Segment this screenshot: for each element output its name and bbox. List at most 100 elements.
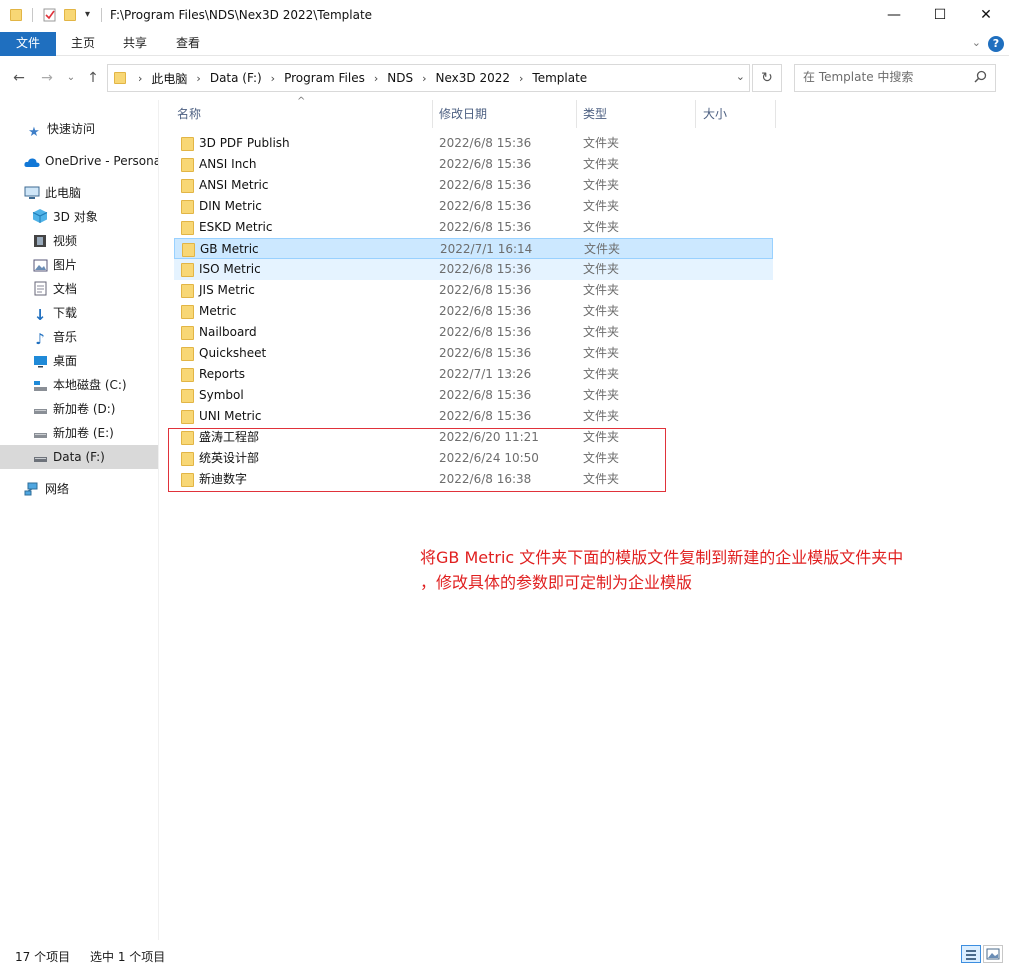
maximize-button[interactable]: ☐: [917, 0, 963, 31]
file-modified-date: 2022/6/8 15:36: [439, 283, 532, 297]
search-box[interactable]: [794, 64, 996, 92]
breadcrumb-separator[interactable]: ›: [265, 72, 281, 85]
sidebar-item-quick-access[interactable]: ★ 快速访问: [0, 117, 158, 141]
file-name: 3D PDF Publish: [199, 136, 290, 150]
breadcrumb-separator[interactable]: ›: [513, 72, 529, 85]
file-type: 文件夹: [583, 199, 620, 213]
tab-share[interactable]: 共享: [109, 32, 161, 56]
folder-icon: [181, 158, 194, 172]
network-icon: [24, 482, 40, 498]
breadcrumb-template[interactable]: Template: [529, 71, 590, 85]
customize-toolbar-icon[interactable]: ▾: [85, 7, 101, 23]
column-header-size[interactable]: 大小: [697, 100, 775, 128]
file-type: 文件夹: [583, 367, 620, 381]
file-row[interactable]: ISO Metric 2022/6/8 15:36 文件夹: [174, 259, 773, 280]
pictures-icon: [32, 259, 48, 275]
file-row[interactable]: Metric 2022/6/8 15:36 文件夹: [174, 301, 773, 322]
sidebar-item-videos[interactable]: 视频: [0, 229, 158, 253]
desktop-icon: [32, 355, 48, 371]
file-type: 文件夹: [583, 388, 620, 402]
file-row[interactable]: DIN Metric 2022/6/8 15:36 文件夹: [174, 196, 773, 217]
column-divider[interactable]: [695, 100, 696, 128]
close-button[interactable]: ✕: [963, 0, 1009, 31]
sidebar-item-documents[interactable]: 文档: [0, 277, 158, 301]
breadcrumb-separator[interactable]: ›: [190, 72, 206, 85]
file-type: 文件夹: [584, 242, 621, 256]
computer-icon: [24, 186, 40, 202]
column-header-type[interactable]: 类型: [577, 100, 695, 128]
sidebar-item-3d-objects[interactable]: 3D 对象: [0, 205, 158, 229]
file-name: ANSI Metric: [199, 178, 269, 192]
tab-view[interactable]: 查看: [162, 32, 214, 56]
sidebar-item-music[interactable]: ♪ 音乐: [0, 325, 158, 349]
sidebar-item-drive-c[interactable]: 本地磁盘 (C:): [0, 373, 158, 397]
sidebar-item-drive-e[interactable]: 新加卷 (E:): [0, 421, 158, 445]
sidebar-item-label: 音乐: [53, 330, 78, 344]
sidebar-item-this-pc[interactable]: 此电脑: [0, 181, 158, 205]
up-button[interactable]: ↑: [84, 68, 102, 88]
folder-icon: [182, 243, 195, 257]
sidebar-item-network[interactable]: 网络: [0, 477, 158, 501]
sidebar-item-drive-f[interactable]: Data (F:): [0, 445, 158, 469]
file-row[interactable]: ANSI Inch 2022/6/8 15:36 文件夹: [174, 154, 773, 175]
file-row[interactable]: 3D PDF Publish 2022/6/8 15:36 文件夹: [174, 133, 773, 154]
minimize-button[interactable]: —: [871, 0, 917, 31]
cloud-icon: [24, 156, 40, 172]
column-divider[interactable]: [775, 100, 776, 128]
file-row[interactable]: ESKD Metric 2022/6/8 15:36 文件夹: [174, 217, 773, 238]
file-row[interactable]: JIS Metric 2022/6/8 15:36 文件夹: [174, 280, 773, 301]
folder-icon: [114, 72, 126, 84]
sidebar-item-drive-d[interactable]: 新加卷 (D:): [0, 397, 158, 421]
file-name: UNI Metric: [199, 409, 262, 423]
file-type: 文件夹: [583, 262, 620, 276]
tab-home[interactable]: 主页: [57, 32, 109, 56]
divider: [32, 8, 33, 22]
file-row[interactable]: Nailboard 2022/6/8 15:36 文件夹: [174, 322, 773, 343]
breadcrumb-separator[interactable]: ›: [368, 72, 384, 85]
sidebar-item-label: Data (F:): [53, 450, 105, 464]
file-modified-date: 2022/6/8 15:36: [439, 220, 532, 234]
details-view-button[interactable]: [961, 945, 981, 963]
file-row[interactable]: Reports 2022/7/1 13:26 文件夹: [174, 364, 773, 385]
recent-locations-button[interactable]: ⌄: [64, 68, 78, 88]
sidebar-item-pictures[interactable]: 图片: [0, 253, 158, 277]
sidebar-item-label: 3D 对象: [53, 210, 98, 224]
breadcrumb-separator[interactable]: ›: [416, 72, 432, 85]
address-bar[interactable]: › 此电脑 › Data (F:) › Program Files › NDS …: [107, 64, 750, 92]
file-modified-date: 2022/6/8 15:36: [439, 325, 532, 339]
file-row[interactable]: Quicksheet 2022/6/8 15:36 文件夹: [174, 343, 773, 364]
column-header-name[interactable]: 名称: [171, 100, 432, 128]
back-button[interactable]: ←: [10, 68, 28, 88]
breadcrumb-data-drive[interactable]: Data (F:): [207, 71, 265, 85]
sidebar-item-label: 此电脑: [45, 186, 82, 200]
refresh-button[interactable]: ↻: [752, 64, 782, 92]
breadcrumb-separator[interactable]: ›: [132, 72, 148, 85]
sidebar-item-label: 文档: [53, 282, 78, 296]
documents-icon: [32, 281, 48, 297]
chevron-down-icon[interactable]: ⌄: [736, 70, 745, 83]
file-row[interactable]: Symbol 2022/6/8 15:36 文件夹: [174, 385, 773, 406]
tab-file[interactable]: 文件: [0, 32, 56, 56]
breadcrumb-program-files[interactable]: Program Files: [281, 71, 368, 85]
ribbon-collapse-icon[interactable]: ⌄: [972, 36, 981, 49]
file-name: ISO Metric: [199, 262, 261, 276]
large-icons-view-button[interactable]: [983, 945, 1003, 963]
breadcrumb-nds[interactable]: NDS: [384, 71, 416, 85]
sidebar-item-label: 网络: [45, 482, 70, 496]
file-row[interactable]: ANSI Metric 2022/6/8 15:36 文件夹: [174, 175, 773, 196]
properties-icon[interactable]: [42, 7, 58, 23]
forward-button[interactable]: →: [38, 68, 56, 88]
new-folder-icon[interactable]: [64, 7, 80, 23]
sidebar-item-desktop[interactable]: 桌面: [0, 349, 158, 373]
file-row[interactable]: UNI Metric 2022/6/8 15:36 文件夹: [174, 406, 773, 427]
sidebar-item-downloads[interactable]: ↓ 下载: [0, 301, 158, 325]
column-header-modified[interactable]: 修改日期: [433, 100, 576, 128]
breadcrumb-this-pc[interactable]: 此电脑: [148, 70, 190, 87]
help-icon[interactable]: ?: [988, 36, 1004, 52]
search-icon[interactable]: [974, 70, 987, 87]
sidebar-item-onedrive[interactable]: OneDrive - Persona: [0, 149, 158, 173]
search-input[interactable]: [803, 70, 968, 84]
file-row[interactable]: GB Metric 2022/7/1 16:14 文件夹: [174, 238, 773, 259]
sidebar-item-label: 新加卷 (E:): [53, 426, 114, 440]
breadcrumb-nex3d[interactable]: Nex3D 2022: [433, 71, 513, 85]
